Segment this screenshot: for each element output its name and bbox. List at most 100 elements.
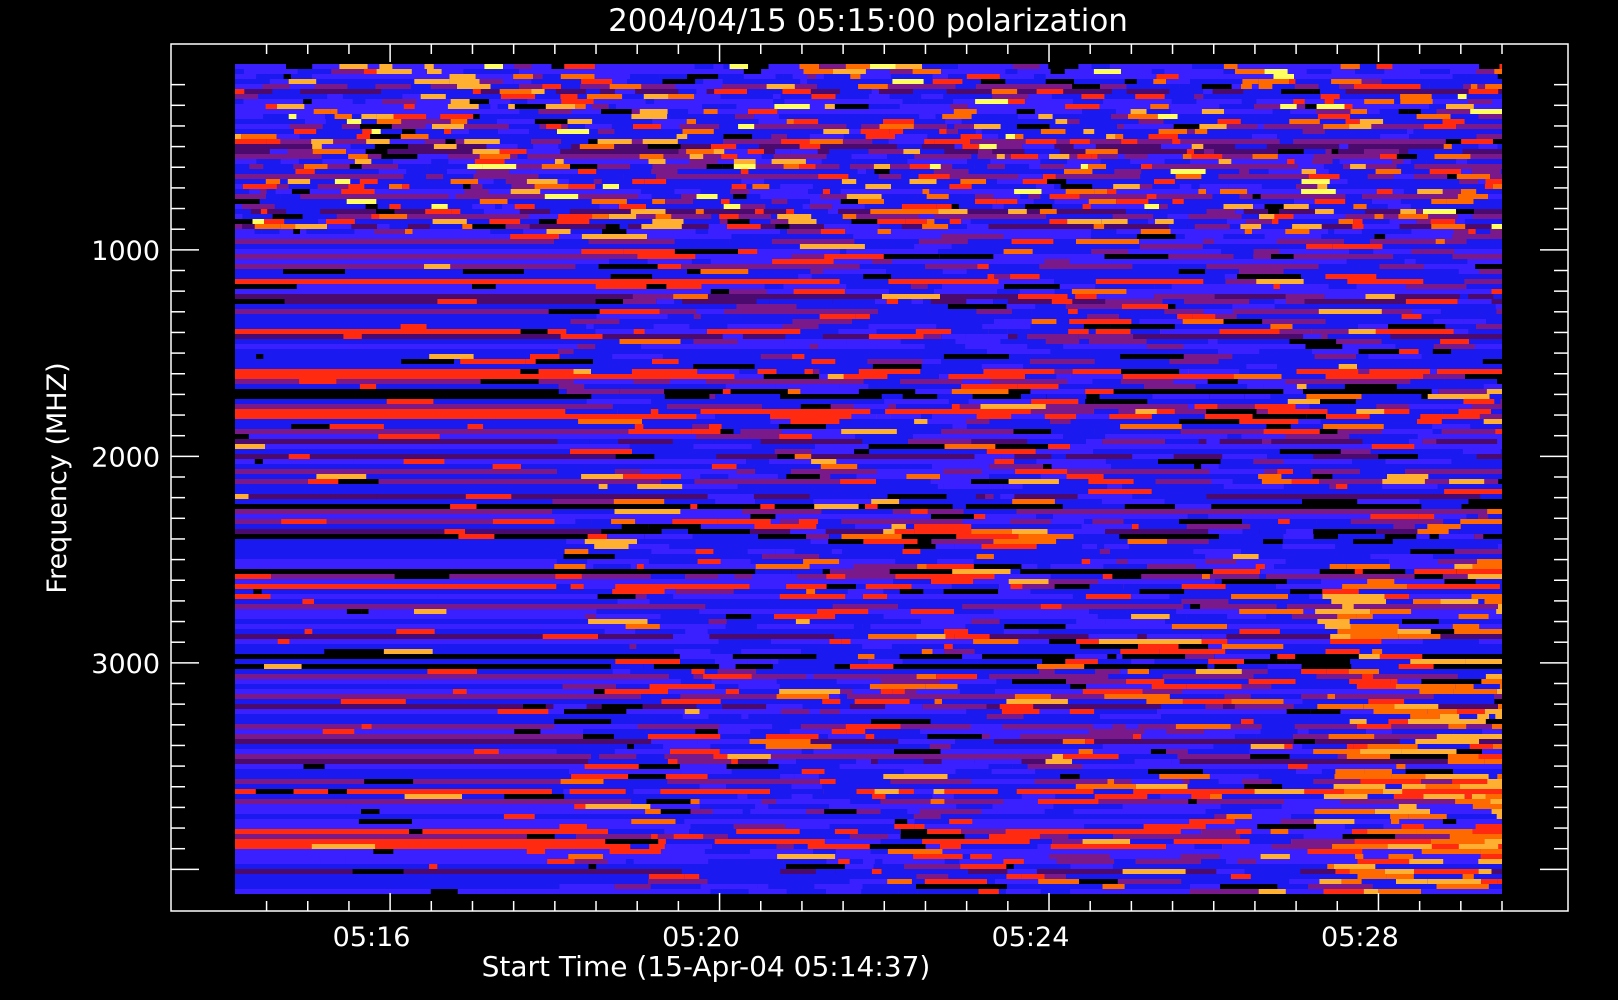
- heatmap-band: [235, 639, 1502, 644]
- x-axis-label: Start Time (15-Apr-04 05:14:37): [482, 950, 931, 983]
- heatmap-band: [235, 819, 1502, 824]
- heatmap-band: [235, 199, 1502, 204]
- y-tick-label: 1000: [91, 236, 160, 267]
- heatmap-band: [235, 574, 1502, 579]
- x-tick-label: 05:28: [1321, 922, 1399, 953]
- heatmap-band: [235, 84, 1502, 89]
- heatmap-band: [235, 514, 1502, 519]
- heatmap-band: [235, 519, 1502, 524]
- heatmap-band: [235, 789, 1502, 794]
- heatmap-band: [235, 129, 1502, 134]
- heatmap-band: [235, 839, 1502, 844]
- heatmap-band: [235, 279, 1502, 284]
- heatmap-band: [235, 434, 1502, 439]
- heatmap-band: [235, 884, 1502, 889]
- heatmap-band: [235, 804, 1502, 809]
- heatmap-band: [235, 664, 1502, 669]
- heatmap-band: [235, 64, 1502, 69]
- heatmap-band: [235, 164, 1502, 169]
- heatmap-band: [235, 359, 1502, 364]
- heatmap-band: [235, 69, 1502, 74]
- heatmap-band: [235, 229, 1502, 234]
- heatmap-band: [235, 539, 1502, 544]
- heatmap-band: [235, 384, 1502, 389]
- heatmap-band: [235, 629, 1502, 634]
- heatmap-band: [235, 644, 1502, 649]
- heatmap-band: [235, 314, 1502, 319]
- heatmap-band: [235, 349, 1502, 354]
- heatmap-band: [235, 589, 1502, 594]
- heatmap-band: [235, 679, 1502, 684]
- heatmap-band: [235, 554, 1502, 559]
- x-tick-labels: 05:16 05:20 05:24 05:28: [333, 922, 1399, 953]
- heatmap-band: [235, 524, 1502, 529]
- heatmap-band: [235, 114, 1502, 119]
- heatmap-band: [235, 184, 1502, 189]
- heatmap-band: [235, 89, 1502, 94]
- heatmap-band: [235, 389, 1502, 394]
- y-axis-label: Frequency (MHZ): [42, 362, 73, 593]
- heatmap-band: [235, 484, 1502, 489]
- heatmap-band: [235, 399, 1502, 404]
- heatmap-band: [235, 609, 1502, 614]
- heatmap-band: [235, 634, 1502, 639]
- heatmap-band: [235, 859, 1502, 864]
- heatmap-band: [235, 294, 1502, 299]
- heatmap-band: [235, 624, 1502, 629]
- heatmap-band: [235, 94, 1502, 99]
- x-tick-label: 05:20: [662, 922, 740, 953]
- heatmap-band: [235, 354, 1502, 359]
- heatmap-band: [235, 264, 1502, 269]
- heatmap-band: [235, 474, 1502, 479]
- heatmap-band: [235, 659, 1502, 664]
- heatmap-band: [235, 214, 1502, 219]
- heatmap-band: [235, 444, 1502, 449]
- heatmap-band: [235, 499, 1502, 504]
- heatmap-band: [235, 749, 1502, 754]
- heatmap-band: [235, 689, 1502, 694]
- heatmap-band: [235, 704, 1502, 709]
- heatmap-band: [235, 74, 1502, 79]
- y-tick-label: 3000: [91, 649, 160, 680]
- heatmap-band: [235, 319, 1502, 324]
- heatmap-band: [235, 304, 1502, 309]
- heatmap-band: [235, 869, 1502, 874]
- heatmap-band: [235, 584, 1502, 589]
- heatmap: [235, 64, 1502, 894]
- heatmap-band: [235, 449, 1502, 454]
- heatmap-band: [235, 549, 1502, 554]
- heatmap-band: [235, 674, 1502, 679]
- heatmap-band: [235, 709, 1502, 714]
- heatmap-band: [235, 79, 1502, 84]
- heatmap-band: [235, 604, 1502, 609]
- x-tick-label: 05:16: [333, 922, 411, 953]
- heatmap-band: [235, 654, 1502, 659]
- heatmap-band: [235, 889, 1502, 894]
- heatmap-band: [235, 309, 1502, 314]
- heatmap-band: [235, 529, 1502, 534]
- heatmap-band: [235, 509, 1502, 514]
- heatmap-band: [235, 209, 1502, 214]
- heatmap-band: [235, 234, 1502, 239]
- heatmap-band: [235, 189, 1502, 194]
- heatmap-band: [235, 254, 1502, 259]
- heatmap-band: [235, 879, 1502, 884]
- heatmap-band: [235, 569, 1502, 574]
- heatmap-band: [235, 479, 1502, 484]
- heatmap-band: [235, 504, 1502, 509]
- heatmap-band: [235, 619, 1502, 624]
- heatmap-band: [235, 744, 1502, 749]
- heatmap-band: [235, 774, 1502, 779]
- heatmap-band: [235, 194, 1502, 199]
- x-tick-label: 05:24: [992, 922, 1070, 953]
- heatmap-band: [235, 204, 1502, 209]
- heatmap-band: [235, 414, 1502, 419]
- heatmap-band: [235, 379, 1502, 384]
- heatmap-band: [235, 494, 1502, 499]
- heatmap-band: [235, 854, 1502, 859]
- heatmap-band: [235, 364, 1502, 369]
- spectrogram-chart: 2004/04/15 05:15:00 polarization 05:16 05…: [42, 3, 1569, 983]
- heatmap-band: [235, 149, 1502, 154]
- heatmap-band: [235, 274, 1502, 279]
- heatmap-band: [235, 159, 1502, 164]
